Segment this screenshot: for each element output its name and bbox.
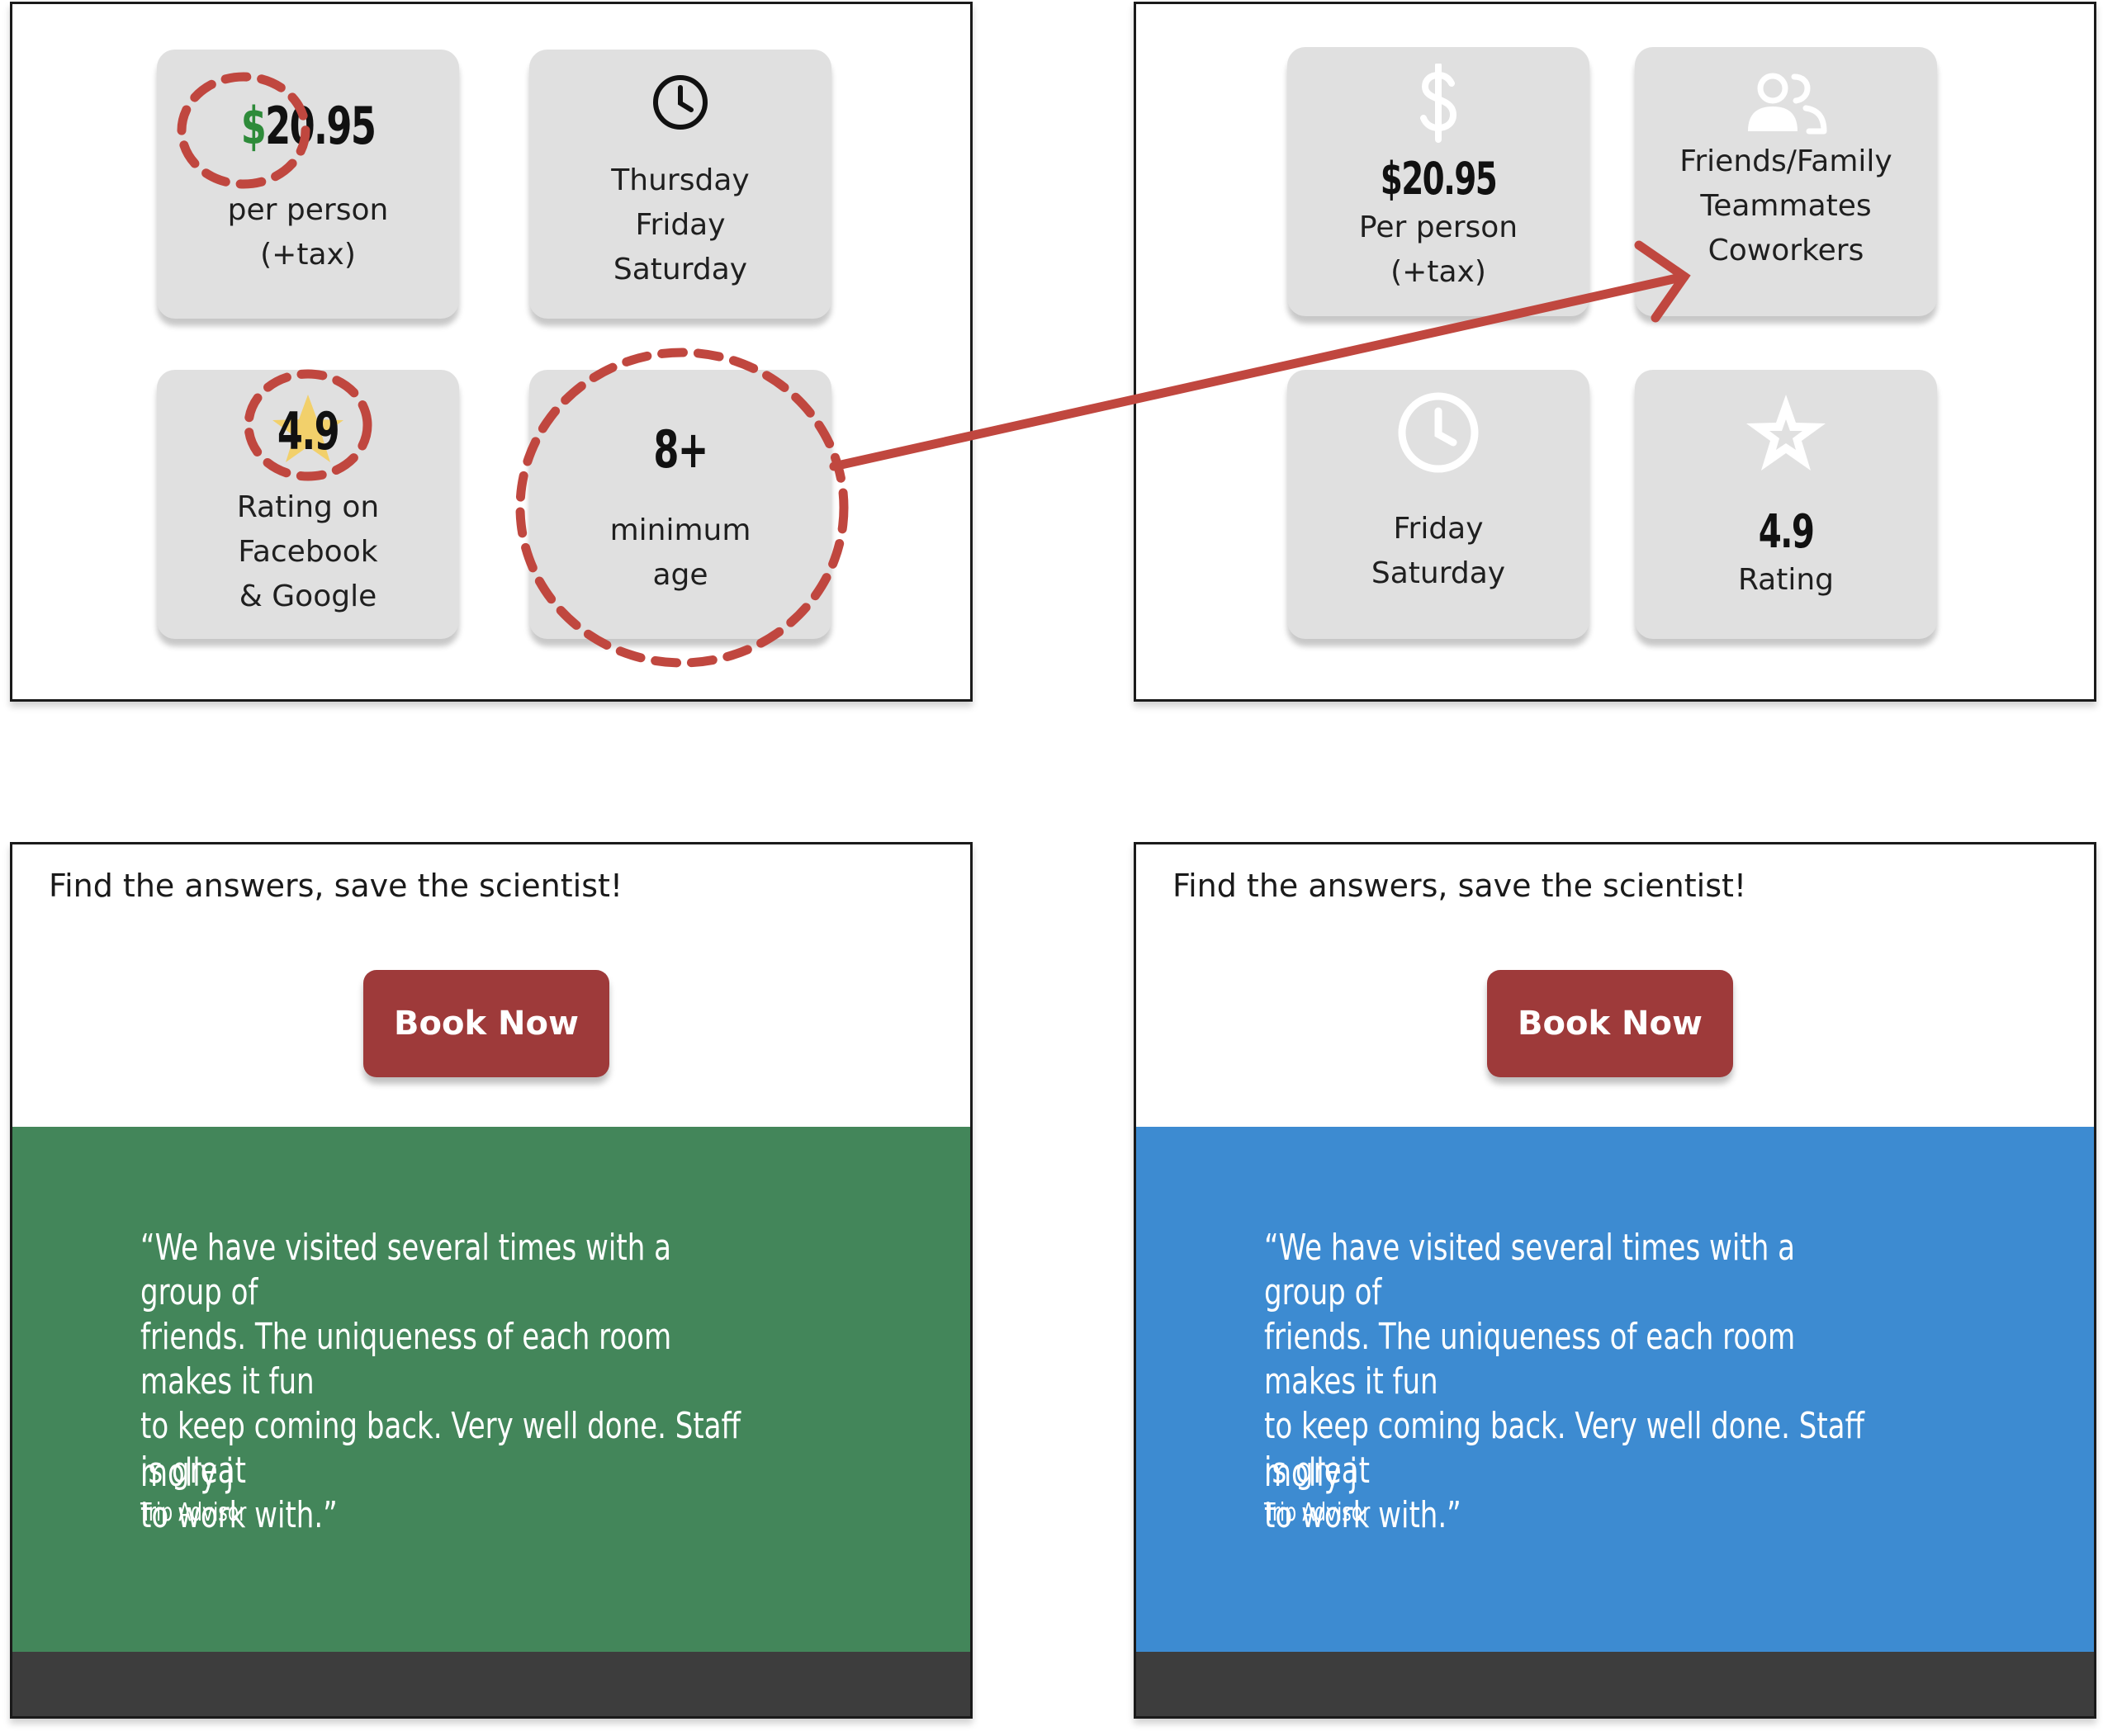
testimonial-source: Trip Advisor <box>1264 1498 1371 1527</box>
group-teammates: Teammates <box>1700 189 1872 223</box>
testimonial-source: Trip Advisor <box>140 1498 247 1527</box>
tagline: Find the answers, save the scientist! <box>1172 868 1747 904</box>
price-card: $20.95 per person (+tax) <box>157 50 459 319</box>
rating-card-redesign: 4.9 Rating <box>1635 370 1937 639</box>
testimonial-section: “We have visited several times with a gr… <box>1136 1127 2094 1652</box>
quote-line: “We have visited several times with a gr… <box>1264 1227 1795 1313</box>
redesign-info-panel: $20.95 Per person (+tax) Friends/Family … <box>1134 2 2096 702</box>
age-card: 8+ minimum age <box>529 370 831 639</box>
rating-card: 4.9 Rating on Facebook & Google <box>157 370 459 639</box>
day-friday-redesign: Friday <box>1393 512 1484 546</box>
cta-panel-blue: Find the answers, save the scientist! Bo… <box>1134 842 2096 1719</box>
people-icon <box>1635 72 1937 138</box>
day-friday: Friday <box>635 208 726 242</box>
rating-value: 4.9 <box>277 401 340 461</box>
price-tax: (+tax) <box>260 238 356 272</box>
price-value-redesign: $20.95 <box>1380 153 1498 205</box>
book-now-button[interactable]: Book Now <box>1487 970 1733 1077</box>
testimonial-author: molly j <box>1264 1450 1357 1495</box>
clock-icon <box>1287 390 1589 479</box>
quote-line: “We have visited several times with a gr… <box>140 1227 671 1313</box>
days-card: Thursday Friday Saturday <box>529 50 831 319</box>
star-icon <box>1635 391 1937 477</box>
price-value: $20.95 <box>187 96 429 156</box>
book-now-button[interactable]: Book Now <box>363 970 609 1077</box>
day-saturday-redesign: Saturday <box>1371 556 1506 590</box>
day-saturday: Saturday <box>613 253 748 286</box>
tagline: Find the answers, save the scientist! <box>49 868 623 904</box>
group-coworkers: Coworkers <box>1708 234 1864 267</box>
clock-icon <box>529 73 831 135</box>
cta-panel-green: Find the answers, save the scientist! Bo… <box>10 842 973 1719</box>
day-thursday: Thursday <box>611 163 750 197</box>
price-per-person-redesign: Per person <box>1358 210 1518 244</box>
rating-value-redesign: 4.9 <box>1758 505 1815 559</box>
original-info-panel: $20.95 per person (+tax) Thursday Friday… <box>10 2 973 702</box>
group-friends-family: Friends/Family <box>1679 144 1892 178</box>
rating-line-2: Facebook <box>238 535 378 569</box>
price-tax-redesign: (+tax) <box>1390 255 1486 289</box>
age-line-2: age <box>652 558 708 592</box>
price-amount: 20.95 <box>265 96 377 156</box>
rating-label-redesign: Rating <box>1737 563 1835 597</box>
dollar-icon <box>1287 62 1589 149</box>
days-card-redesign: Friday Saturday <box>1287 370 1589 639</box>
footer-bar <box>12 1652 970 1716</box>
footer-bar <box>1136 1652 2094 1716</box>
rating-line-3: & Google <box>239 579 377 613</box>
quote-line: friends. The uniqueness of each room mak… <box>1264 1316 1796 1403</box>
price-card-redesign: $20.95 Per person (+tax) <box>1287 47 1589 316</box>
age-value: 8+ <box>653 419 708 480</box>
price-per-person: per person <box>227 193 389 227</box>
testimonial-author: molly j <box>140 1450 234 1495</box>
groups-card: Friends/Family Teammates Coworkers <box>1635 47 1937 316</box>
testimonial-section: “We have visited several times with a gr… <box>12 1127 970 1652</box>
quote-line: friends. The uniqueness of each room mak… <box>140 1316 672 1403</box>
dollar-sign: $ <box>240 96 267 156</box>
rating-line-1: Rating on <box>236 490 380 524</box>
age-line-1: minimum <box>609 513 751 547</box>
